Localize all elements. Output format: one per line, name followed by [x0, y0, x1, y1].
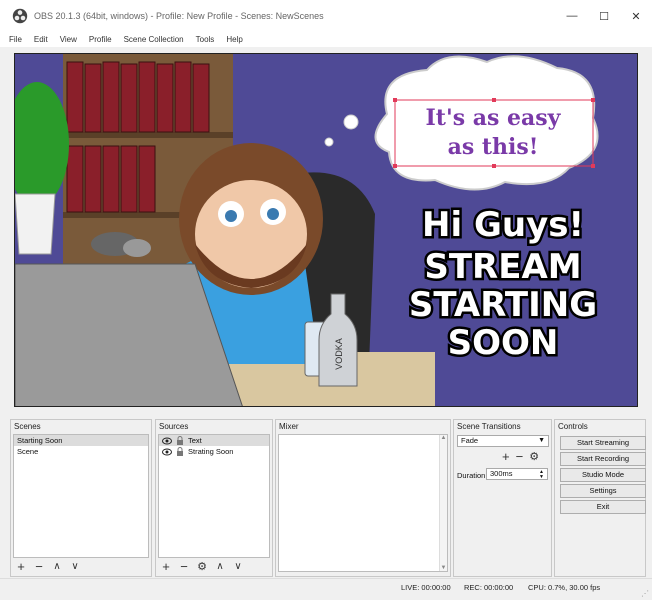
transitions-title: Scene Transitions: [457, 422, 521, 431]
bubble-text-line2: as this!: [448, 134, 539, 160]
headline-line-3: STARTING: [409, 285, 597, 325]
move-up-icon[interactable]: ∧: [51, 561, 63, 573]
scroll-down-icon[interactable]: ▼: [440, 565, 447, 571]
status-bar: LIVE: 00:00:00 REC: 00:00:00 CPU: 0.7%, …: [0, 578, 652, 600]
maximize-button[interactable]: ☐: [588, 0, 620, 32]
move-down-icon[interactable]: ∨: [232, 561, 244, 573]
scroll-up-icon[interactable]: ▲: [440, 435, 447, 441]
mixer-panel: ▲ ▼: [278, 434, 448, 572]
scene-item-scene[interactable]: Scene: [14, 446, 148, 457]
add-transition-icon[interactable]: +: [502, 450, 510, 464]
preview-area: VODKA It's as easy as this! Hi Guys! STR…: [0, 47, 652, 413]
headline-line-4: SOON: [448, 323, 559, 363]
duration-spinbox[interactable]: 300ms ▲ ▼: [486, 468, 548, 480]
menu-tools[interactable]: Tools: [196, 35, 215, 44]
scenes-dock: Scenes Starting Soon Scene + − ∧ ∨: [10, 419, 152, 577]
menu-edit[interactable]: Edit: [34, 35, 48, 44]
scene-transitions-dock: Scene Transitions Fade ▼ + − ⚙ Duration …: [453, 419, 552, 577]
cpu-fps: CPU: 0.7%, 30.00 fps: [528, 583, 601, 592]
gear-icon[interactable]: ⚙: [196, 561, 208, 573]
controls-dock: Controls Start Streaming Start Recording…: [554, 419, 646, 577]
transition-value: Fade: [461, 436, 479, 445]
menu-scene-collection[interactable]: Scene Collection: [124, 35, 184, 44]
spin-arrows-icon[interactable]: ▲ ▼: [539, 470, 544, 480]
mixer-title: Mixer: [279, 422, 299, 431]
move-down-icon[interactable]: ∨: [69, 561, 81, 573]
duration-value: 300ms: [490, 469, 513, 478]
sources-dock: Sources Text Strating Soon + − ⚙ ∧ ∨: [155, 419, 273, 577]
add-scene-icon[interactable]: +: [15, 560, 27, 573]
eye-icon[interactable]: [162, 436, 172, 446]
transition-select[interactable]: Fade ▼: [457, 435, 549, 447]
start-recording-button[interactable]: Start Recording: [560, 452, 646, 466]
menu-bar: File Edit View Profile Scene Collection …: [0, 32, 652, 47]
source-label: Text: [188, 436, 202, 445]
bottle-label: VODKA: [334, 338, 344, 370]
resize-grip-icon[interactable]: ⋰: [641, 589, 649, 598]
bubble-text-line1: It's as easy: [426, 105, 562, 131]
headline-line-1: Hi Guys!: [422, 205, 584, 245]
menu-view[interactable]: View: [60, 35, 77, 44]
source-item-strating-soon[interactable]: Strating Soon: [159, 446, 269, 457]
remove-source-icon[interactable]: −: [178, 560, 190, 573]
sources-title: Sources: [159, 422, 189, 431]
close-button[interactable]: ✕: [620, 0, 652, 32]
remove-transition-icon[interactable]: −: [516, 450, 524, 464]
gear-icon[interactable]: ⚙: [529, 450, 539, 464]
settings-button[interactable]: Settings: [560, 484, 646, 498]
obs-logo-icon: [12, 8, 28, 24]
menu-profile[interactable]: Profile: [89, 35, 112, 44]
mixer-scrollbar[interactable]: ▲ ▼: [439, 435, 447, 571]
remove-scene-icon[interactable]: −: [33, 560, 45, 573]
move-up-icon[interactable]: ∧: [214, 561, 226, 573]
headline-line-2: STREAM: [424, 247, 581, 287]
controls-title: Controls: [558, 422, 588, 431]
eye-icon[interactable]: [162, 447, 172, 457]
live-timer: LIVE: 00:00:00: [401, 583, 451, 592]
menu-help[interactable]: Help: [226, 35, 242, 44]
add-source-icon[interactable]: +: [160, 560, 172, 573]
title-bar: OBS 20.1.3 (64bit, windows) - Profile: N…: [0, 0, 652, 32]
rec-timer: REC: 00:00:00: [464, 583, 514, 592]
start-streaming-button[interactable]: Start Streaming: [560, 436, 646, 450]
minimize-button[interactable]: —: [556, 0, 588, 32]
scenes-title: Scenes: [14, 422, 41, 431]
menu-file[interactable]: File: [9, 35, 22, 44]
window-title: OBS 20.1.3 (64bit, windows) - Profile: N…: [34, 11, 324, 21]
duration-label: Duration: [457, 471, 486, 480]
mixer-dock: Mixer ▲ ▼: [275, 419, 451, 577]
scene-item-starting-soon[interactable]: Starting Soon: [14, 435, 148, 446]
lock-icon[interactable]: [175, 436, 185, 446]
studio-mode-button[interactable]: Studio Mode: [560, 468, 646, 482]
exit-button[interactable]: Exit: [560, 500, 646, 514]
chevron-down-icon: ▼: [538, 437, 545, 444]
sources-list[interactable]: Text Strating Soon: [158, 434, 270, 558]
scenes-list[interactable]: Starting Soon Scene: [13, 434, 149, 558]
source-label: Strating Soon: [188, 447, 234, 456]
lock-icon[interactable]: [175, 447, 185, 457]
preview-canvas[interactable]: VODKA It's as easy as this! Hi Guys! STR…: [14, 53, 638, 407]
preview-scene: VODKA It's as easy as this! Hi Guys! STR…: [15, 54, 637, 406]
source-item-text[interactable]: Text: [159, 435, 269, 446]
